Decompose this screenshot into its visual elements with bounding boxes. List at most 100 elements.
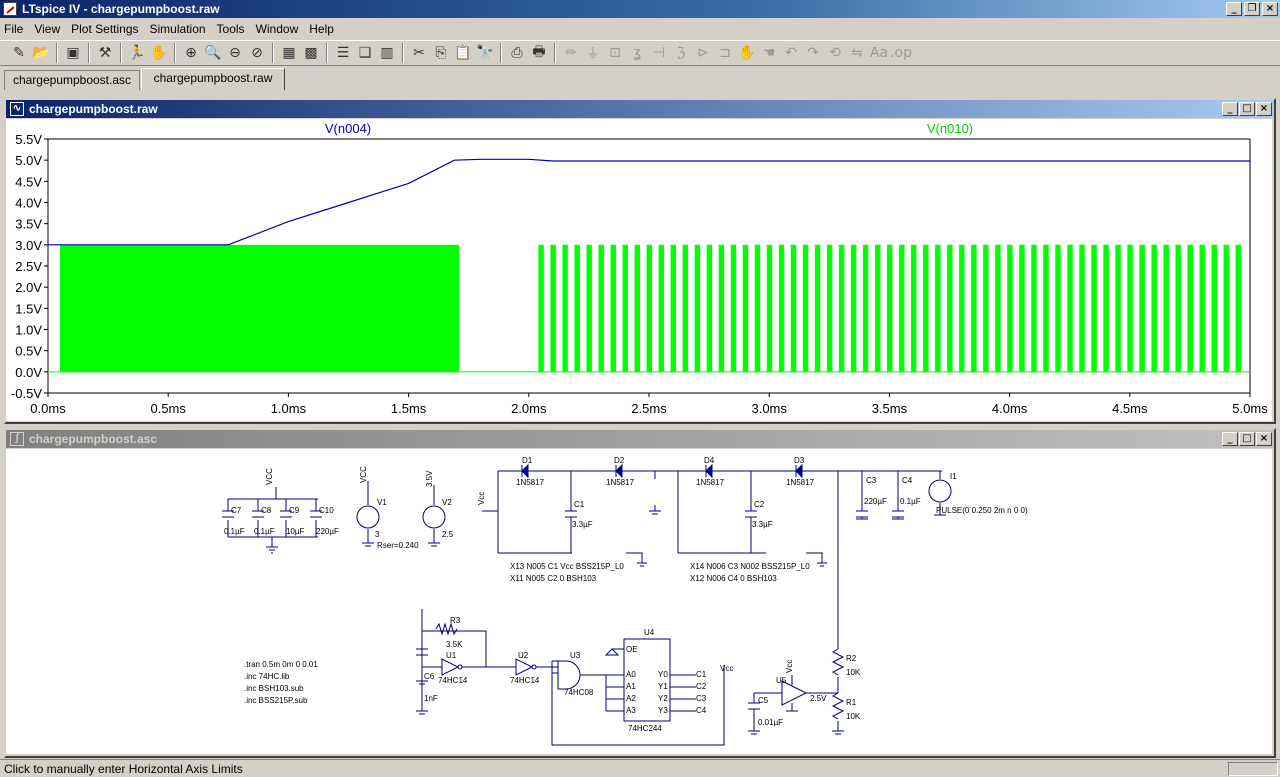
menu-view[interactable]: View: [34, 22, 60, 36]
grid-icon[interactable]: ▩: [300, 42, 322, 64]
wire-icon[interactable]: ✏: [560, 42, 582, 64]
label-net-icon[interactable]: ⊡: [604, 42, 626, 64]
svg-text:OE: OE: [626, 645, 638, 654]
new-schematic-icon[interactable]: ✎: [8, 42, 30, 64]
plot-minimize-button[interactable]: _: [1222, 102, 1238, 116]
print-icon[interactable]: 🖶: [528, 42, 550, 64]
svg-text:D4: D4: [704, 456, 715, 465]
schematic-close-button[interactable]: ×: [1256, 432, 1272, 446]
zoom-out-icon[interactable]: ⊖: [224, 42, 246, 64]
rotate-icon[interactable]: ⟲: [824, 42, 846, 64]
series-2-pulse: [1199, 244, 1205, 372]
svg-text:VCC: VCC: [265, 468, 274, 485]
spice-directive-icon[interactable]: .op: [890, 42, 912, 64]
svg-text:A0: A0: [626, 670, 636, 679]
zoom-in-icon[interactable]: ⊕: [180, 42, 202, 64]
open-folder-icon[interactable]: 📂: [30, 42, 52, 64]
y-tick-label: 0.0V: [15, 365, 42, 380]
save-icon[interactable]: ▣: [62, 42, 84, 64]
svg-text:220µF: 220µF: [864, 497, 887, 506]
find-icon[interactable]: 🔭: [474, 42, 496, 64]
svg-text:74HC14: 74HC14: [510, 676, 540, 685]
drag-hand-icon[interactable]: ☚: [758, 42, 780, 64]
menu-window[interactable]: Window: [256, 22, 299, 36]
legend-series-2: V(n010): [927, 121, 973, 136]
svg-text:C3: C3: [866, 476, 877, 485]
close-button[interactable]: ×: [1262, 2, 1278, 16]
menu-plot-settings[interactable]: Plot Settings: [71, 22, 138, 36]
text-icon[interactable]: Aa: [868, 42, 890, 64]
tab-schematic[interactable]: chargepumpboost.asc: [4, 70, 140, 90]
ltspice-app-icon: [3, 2, 17, 16]
series-2-pulse: [1187, 244, 1193, 372]
plot-maximize-button[interactable]: □: [1239, 102, 1255, 116]
print-preview-icon[interactable]: ⎙: [506, 42, 528, 64]
x-tick-label: 3.5ms: [872, 401, 908, 416]
menu-help[interactable]: Help: [309, 22, 334, 36]
restore-button[interactable]: ❐: [1244, 2, 1260, 16]
series-2-pulse: [1223, 244, 1229, 372]
tab-raw[interactable]: chargepumpboost.raw: [141, 68, 285, 90]
menu-file[interactable]: File: [4, 22, 23, 36]
halt-hand-icon[interactable]: ✋: [148, 42, 170, 64]
series-2-pulse: [598, 244, 604, 372]
series-2-pulse: [634, 244, 640, 372]
menu-tools[interactable]: Tools: [217, 22, 245, 36]
series-2-pulse: [610, 244, 616, 372]
tile-vertical-icon[interactable]: ▥: [376, 42, 398, 64]
inductor-icon[interactable]: ℨ: [670, 42, 692, 64]
schematic-icon: ʃ: [10, 432, 24, 446]
y-tick-label: 1.5V: [15, 301, 42, 316]
series-2-pulse: [682, 244, 689, 372]
move-hand-icon[interactable]: ✋: [736, 42, 758, 64]
copy-icon[interactable]: ⎘: [430, 42, 452, 64]
schematic-canvas[interactable]: VCC C7 0.1µF C8 0.1µF C9 10µF C10 220µF VCC …: [6, 449, 1272, 754]
schematic-minimize-button[interactable]: _: [1222, 432, 1238, 446]
svg-text:Vcc: Vcc: [720, 664, 733, 673]
waveform-chart[interactable]: -0.5V 0.0V 0.5V 1.0V 1.5V 2.0V 2.5V 3.0V 3.5V 4.0…: [6, 119, 1272, 421]
svg-text:C5: C5: [758, 696, 769, 705]
series-2-pulse: [550, 244, 556, 372]
diode-icon[interactable]: ⊳: [692, 42, 714, 64]
series-2-pulse: [959, 244, 965, 372]
x-tick-label: 1.5ms: [391, 401, 427, 416]
autorange-icon[interactable]: ▦: [278, 42, 300, 64]
capacitor-icon[interactable]: ⊣: [648, 42, 670, 64]
mirror-icon[interactable]: ⇋: [846, 42, 868, 64]
schematic-maximize-button[interactable]: □: [1239, 432, 1255, 446]
run-icon[interactable]: 🏃: [126, 42, 148, 64]
menu-simulation[interactable]: Simulation: [150, 22, 206, 36]
paste-icon[interactable]: 📋: [452, 42, 474, 64]
series-2-pulse: [1079, 244, 1085, 372]
resistor-icon[interactable]: ʓ: [626, 42, 648, 64]
minimize-button[interactable]: _: [1226, 2, 1242, 16]
zoom-fit-icon[interactable]: ⊘: [246, 42, 268, 64]
schematic-drawing[interactable]: VCC C70.1µF C80.1µF C910µF C10220µF VCC …: [6, 449, 1272, 754]
redo-icon[interactable]: ↷: [802, 42, 824, 64]
svg-text:.inc BSH103.sub: .inc BSH103.sub: [244, 684, 304, 693]
series-2-pulse: [1163, 244, 1169, 372]
series-2-pulse: [838, 244, 845, 372]
cascade-icon[interactable]: ❏: [354, 42, 376, 64]
svg-text:A1: A1: [626, 682, 636, 691]
ground-icon[interactable]: ⏚: [582, 42, 604, 64]
svg-text:X13 N005 C1 Vcc BSS215P_L0: X13 N005 C1 Vcc BSS215P_L0: [510, 562, 624, 571]
app-titlebar: LTspice IV - chargepumpboost.raw _ ❐ ×: [0, 0, 1280, 18]
cut-icon[interactable]: ✂: [408, 42, 430, 64]
undo-icon[interactable]: ↶: [780, 42, 802, 64]
x-tick-label: 2.0ms: [511, 401, 547, 416]
series-2-pulse: [802, 244, 809, 372]
control-panel-icon[interactable]: ⚒: [94, 42, 116, 64]
svg-text:.inc BSS215P.sub: .inc BSS215P.sub: [244, 696, 308, 705]
svg-text:0.1µF: 0.1µF: [254, 527, 275, 536]
waveform-plot[interactable]: -0.5V 0.0V 0.5V 1.0V 1.5V 2.0V 2.5V 3.0V 3.5V 4.0…: [6, 119, 1272, 421]
plot-close-button[interactable]: ×: [1256, 102, 1272, 116]
tile-horizontal-icon[interactable]: ☰: [332, 42, 354, 64]
svg-text:74HC244: 74HC244: [628, 724, 662, 733]
series-2-pulse: [886, 244, 893, 372]
zoom-pan-icon[interactable]: 🔍: [202, 42, 224, 64]
component-icon[interactable]: ⊐: [714, 42, 736, 64]
series-2-pulse: [1091, 244, 1097, 372]
window-title: LTspice IV - chargepumpboost.raw: [22, 2, 220, 16]
y-tick-label: 5.0V: [15, 153, 42, 168]
